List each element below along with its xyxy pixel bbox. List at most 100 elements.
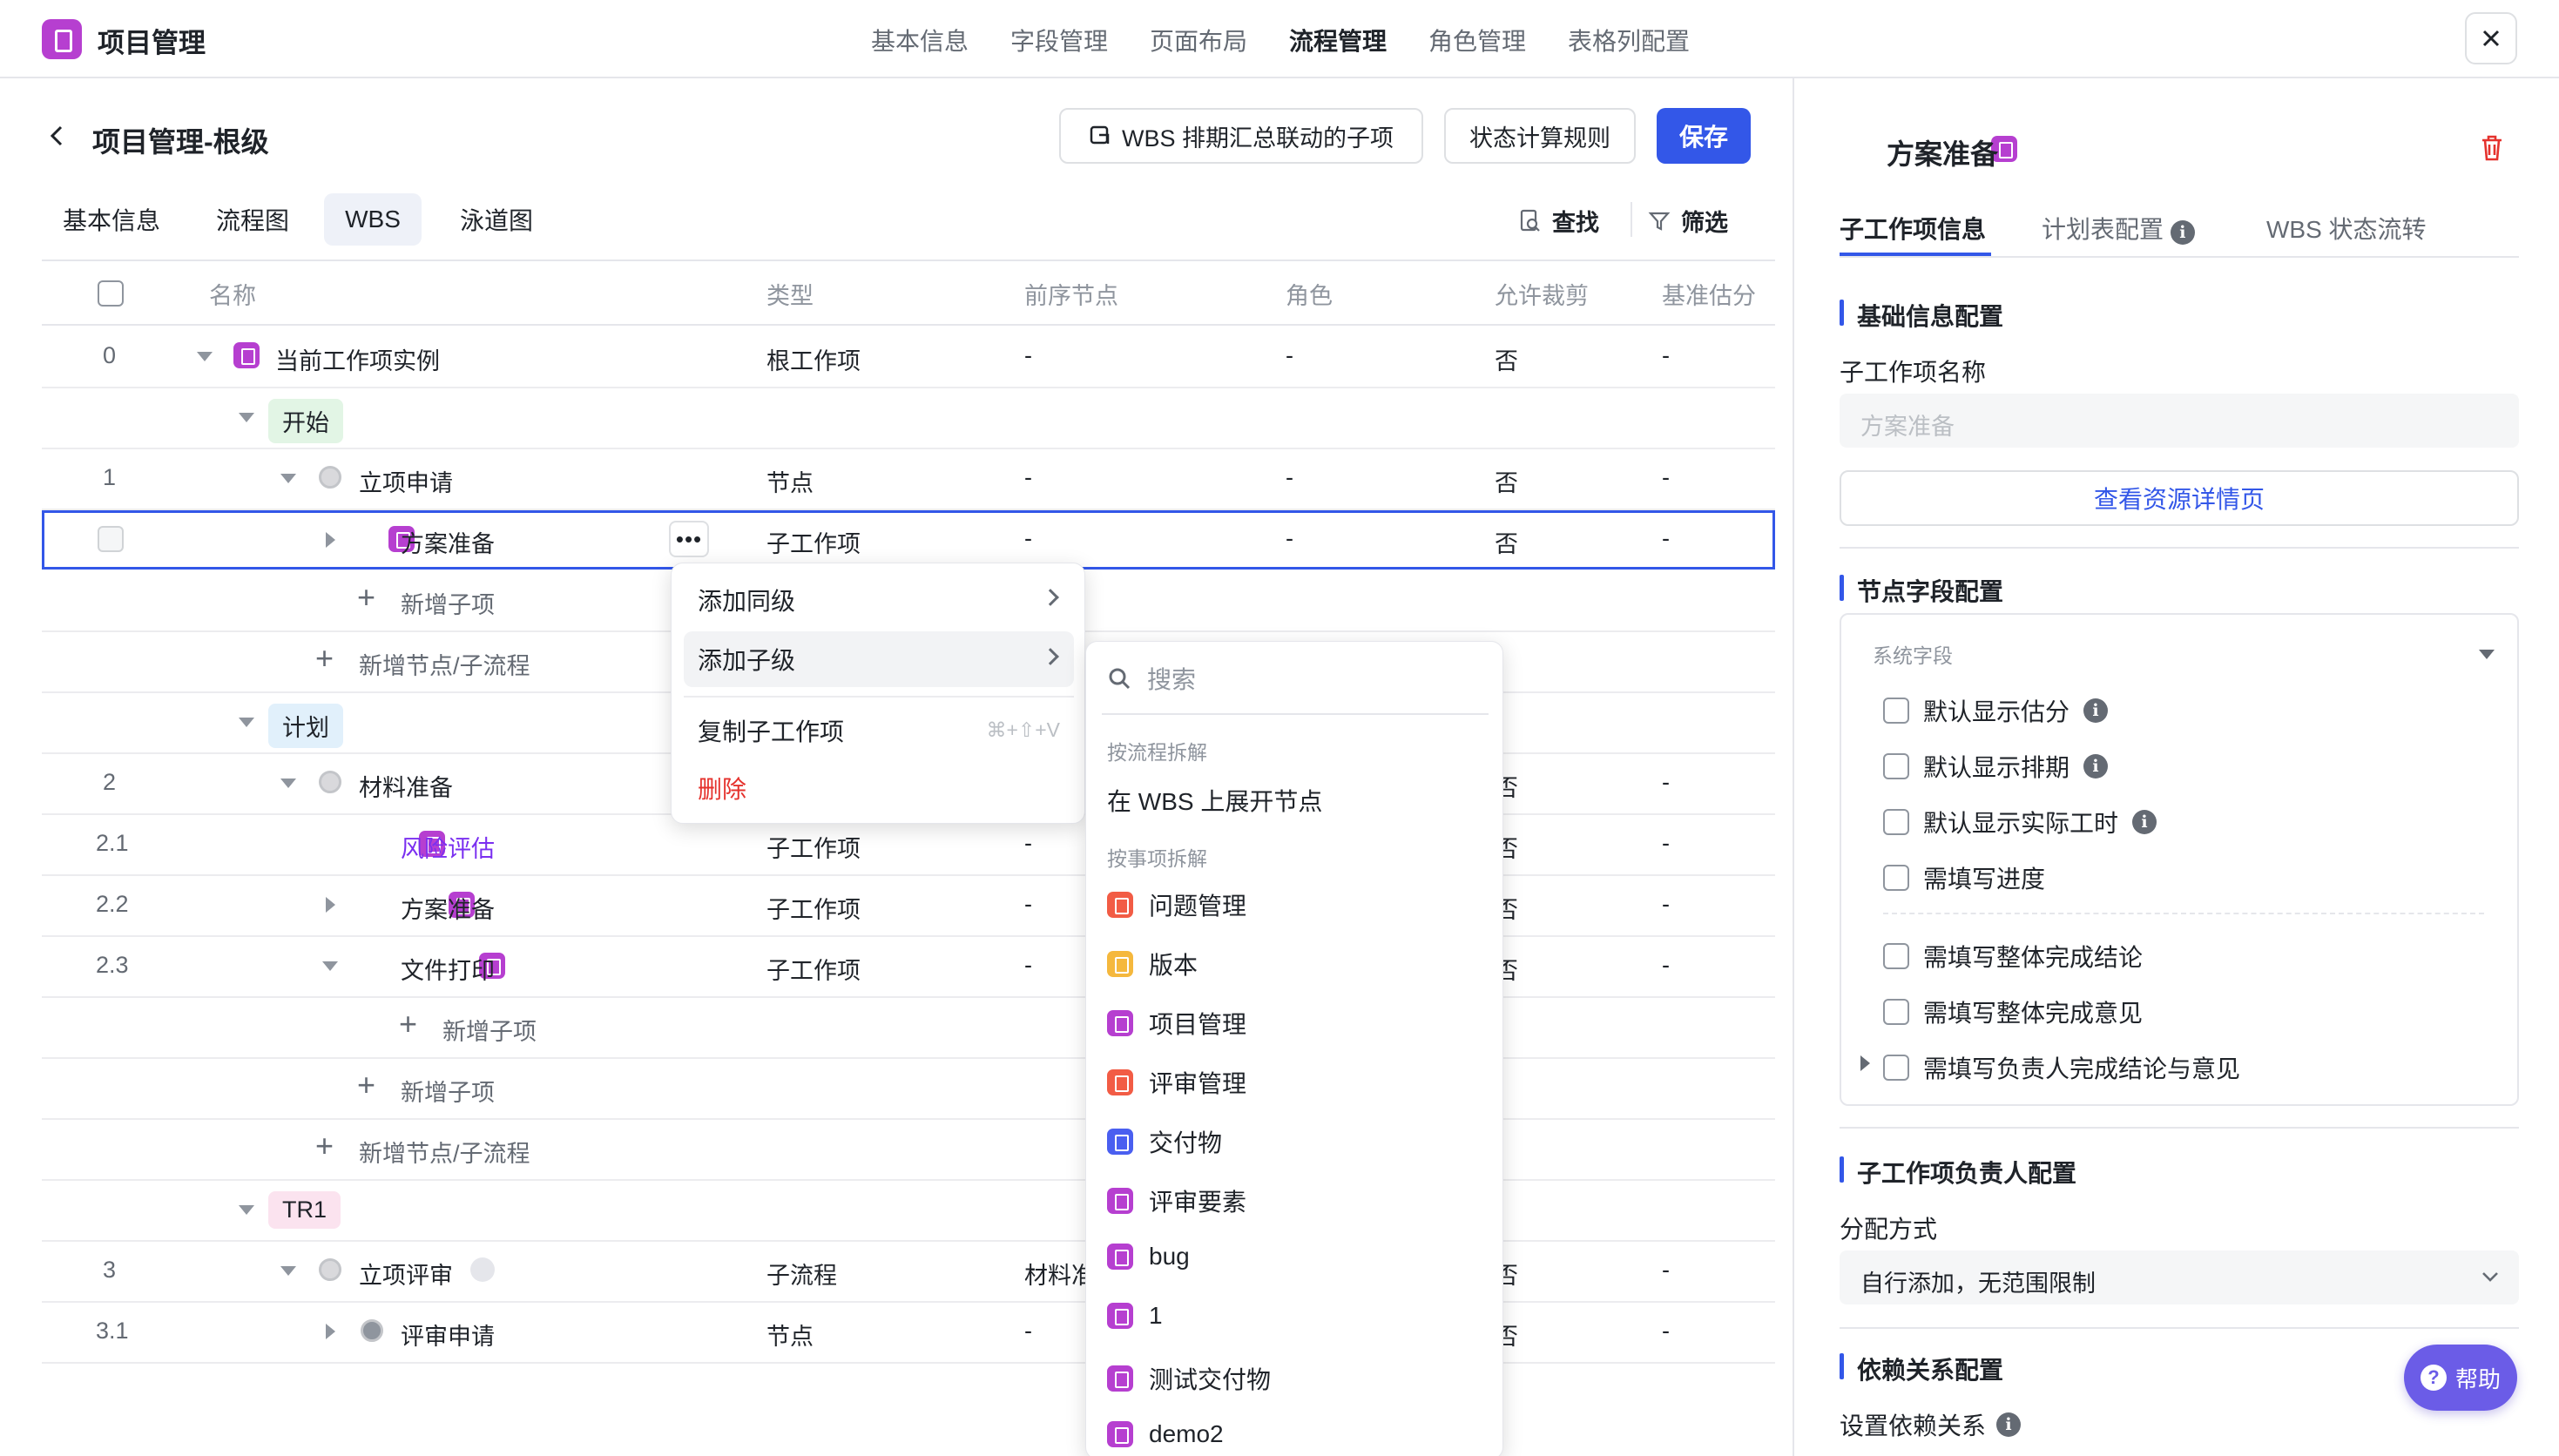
top-tab-layout[interactable]: 页面布局 [1150,23,1247,57]
collapse-caret-icon[interactable] [197,352,213,361]
column-header-estimate[interactable]: 基准估分 [1662,261,1756,326]
trash-icon[interactable] [2479,134,2505,162]
top-tab-columns[interactable]: 表格列配置 [1568,23,1690,57]
wbs-linkage-button[interactable]: WBS 排期汇总联动的子项 [1059,108,1423,164]
submenu-item-1[interactable]: 1 [1107,1302,1163,1330]
menu-add-sibling[interactable]: 添加同级 [684,572,1074,628]
collapse-caret-icon[interactable] [280,779,296,788]
rp-tab-wbs-status[interactable]: WBS 状态流转 [2266,211,2427,246]
collapse-caret-icon[interactable] [239,1205,254,1215]
row-name[interactable]: 方案准备 [401,525,495,559]
close-icon [2482,30,2500,47]
add-icon[interactable]: + [315,643,334,674]
tab-flowchart[interactable]: 流程图 [199,193,307,246]
menu-add-child[interactable]: 添加子级 [684,631,1074,687]
row-name[interactable]: 立项评审 [359,1257,453,1291]
find-button[interactable]: 查找 [1519,204,1599,238]
submenu-item-deliverable[interactable]: 交付物 [1107,1124,1222,1159]
row-checkbox[interactable] [98,526,124,552]
expand-caret-icon[interactable] [1860,1055,1870,1071]
checkbox-require-progress[interactable]: 需填写进度 [1883,860,2045,895]
name-input[interactable]: 方案准备 [1840,394,2519,448]
submenu-item-issue[interactable]: 问题管理 [1107,887,1246,922]
save-button[interactable]: 保存 [1657,108,1751,164]
row-name[interactable]: 材料准备 [359,769,453,803]
top-tab-roles[interactable]: 角色管理 [1428,23,1526,57]
add-child-link[interactable]: 新增子项 [401,586,495,620]
row-name[interactable]: 方案准备 [401,891,495,925]
select-all-checkbox[interactable] [98,280,124,307]
subflow-link-icon[interactable] [470,1257,495,1282]
tab-wbs[interactable]: WBS [324,193,422,246]
submenu-item-test-deliverable[interactable]: 测试交付物 [1107,1361,1271,1396]
rp-tab-info[interactable]: 子工作项信息 [1840,211,1986,246]
tab-basic-info[interactable]: 基本信息 [47,193,176,246]
row-divider [42,1179,1775,1181]
expand-caret-icon[interactable] [326,532,335,548]
more-actions-icon[interactable]: ••• [669,521,709,557]
column-header-type[interactable]: 类型 [766,261,814,326]
menu-copy[interactable]: 复制子工作项 ⌘+⇧+V [684,703,1074,758]
submenu-item-demo2[interactable]: demo2 [1107,1420,1224,1448]
add-icon[interactable]: + [357,582,375,613]
add-icon[interactable]: + [315,1130,334,1162]
column-header-prev[interactable]: 前序节点 [1024,261,1118,326]
add-icon[interactable]: + [399,1008,417,1040]
row-name[interactable]: 立项申请 [359,464,453,498]
chevron-down-icon [2482,1272,2498,1282]
row-name-link[interactable]: 风险评估 [401,830,495,864]
submenu-expand-node[interactable]: 在 WBS 上展开节点 [1107,783,1322,818]
collapse-caret-icon[interactable] [239,413,254,422]
row-divider [42,448,1775,449]
add-child-link[interactable]: 新增子项 [442,1013,537,1047]
checkbox-show-schedule[interactable]: 默认显示排期 i [1883,749,2109,784]
checkbox-require-opinion[interactable]: 需填写整体完成意见 [1883,994,2143,1029]
top-tab-basic[interactable]: 基本信息 [871,23,969,57]
column-header-cut[interactable]: 允许裁剪 [1495,261,1589,326]
menu-delete[interactable]: 删除 [684,760,1074,816]
checkbox-show-estimate[interactable]: 默认显示估分 i [1883,693,2109,728]
checkbox-box [1883,999,1909,1025]
help-label: 帮助 [2454,1365,2501,1392]
row-name[interactable]: 评审申请 [401,1318,495,1352]
assign-select[interactable]: 自行添加，无范围限制 [1840,1250,2519,1304]
checkbox-label: 需填写进度 [1923,866,2046,893]
submenu-item-project[interactable]: 项目管理 [1107,1006,1246,1041]
tab-swimlane[interactable]: 泳道图 [442,193,550,246]
view-resource-button[interactable]: 查看资源详情页 [1840,470,2519,526]
dependency-label-text: 设置依赖关系 [1840,1412,1987,1439]
status-rule-button[interactable]: 状态计算规则 [1444,108,1636,164]
top-tab-fields[interactable]: 字段管理 [1010,23,1108,57]
rp-tab-plan[interactable]: 计划表配置 i [2042,211,2195,246]
column-header-role[interactable]: 角色 [1286,261,1333,326]
submenu-search-input[interactable]: 搜索 [1147,661,1196,696]
add-node-link[interactable]: 新增节点/子流程 [359,647,530,681]
submenu-item-review-element[interactable]: 评审要素 [1107,1183,1246,1218]
submenu-item-bug[interactable]: bug [1107,1243,1190,1271]
collapse-caret-icon[interactable] [322,961,338,971]
collapse-caret-icon[interactable] [280,474,296,483]
close-button[interactable] [2465,12,2517,64]
chevron-down-icon[interactable] [2479,650,2495,659]
submenu-item-version[interactable]: 版本 [1107,947,1198,981]
checkbox-show-actual-hours[interactable]: 默认显示实际工时 i [1883,805,2157,839]
row-type: 子工作项 [766,897,861,923]
checkbox-require-owner-conclusion[interactable]: 需填写负责人完成结论与意见 [1883,1050,2240,1085]
column-header-name[interactable]: 名称 [209,261,256,326]
checkbox-require-conclusion[interactable]: 需填写整体完成结论 [1883,939,2143,974]
expand-caret-icon[interactable] [326,897,335,913]
filter-button[interactable]: 筛选 [1648,204,1728,238]
menu-add-child-label: 添加子级 [698,647,796,674]
add-node-link[interactable]: 新增节点/子流程 [359,1135,530,1169]
add-child-link[interactable]: 新增子项 [401,1074,495,1108]
top-tab-flow[interactable]: 流程管理 [1289,23,1387,57]
collapse-caret-icon[interactable] [239,718,254,727]
row-name[interactable]: 文件打印 [401,952,495,986]
submenu-item-review[interactable]: 评审管理 [1107,1065,1246,1100]
collapse-caret-icon[interactable] [280,1266,296,1276]
help-button[interactable]: ? 帮助 [2404,1345,2517,1411]
back-icon[interactable] [44,122,71,150]
expand-caret-icon[interactable] [326,1324,335,1339]
add-icon[interactable]: + [357,1069,375,1101]
row-name[interactable]: 当前工作项实例 [275,342,440,376]
